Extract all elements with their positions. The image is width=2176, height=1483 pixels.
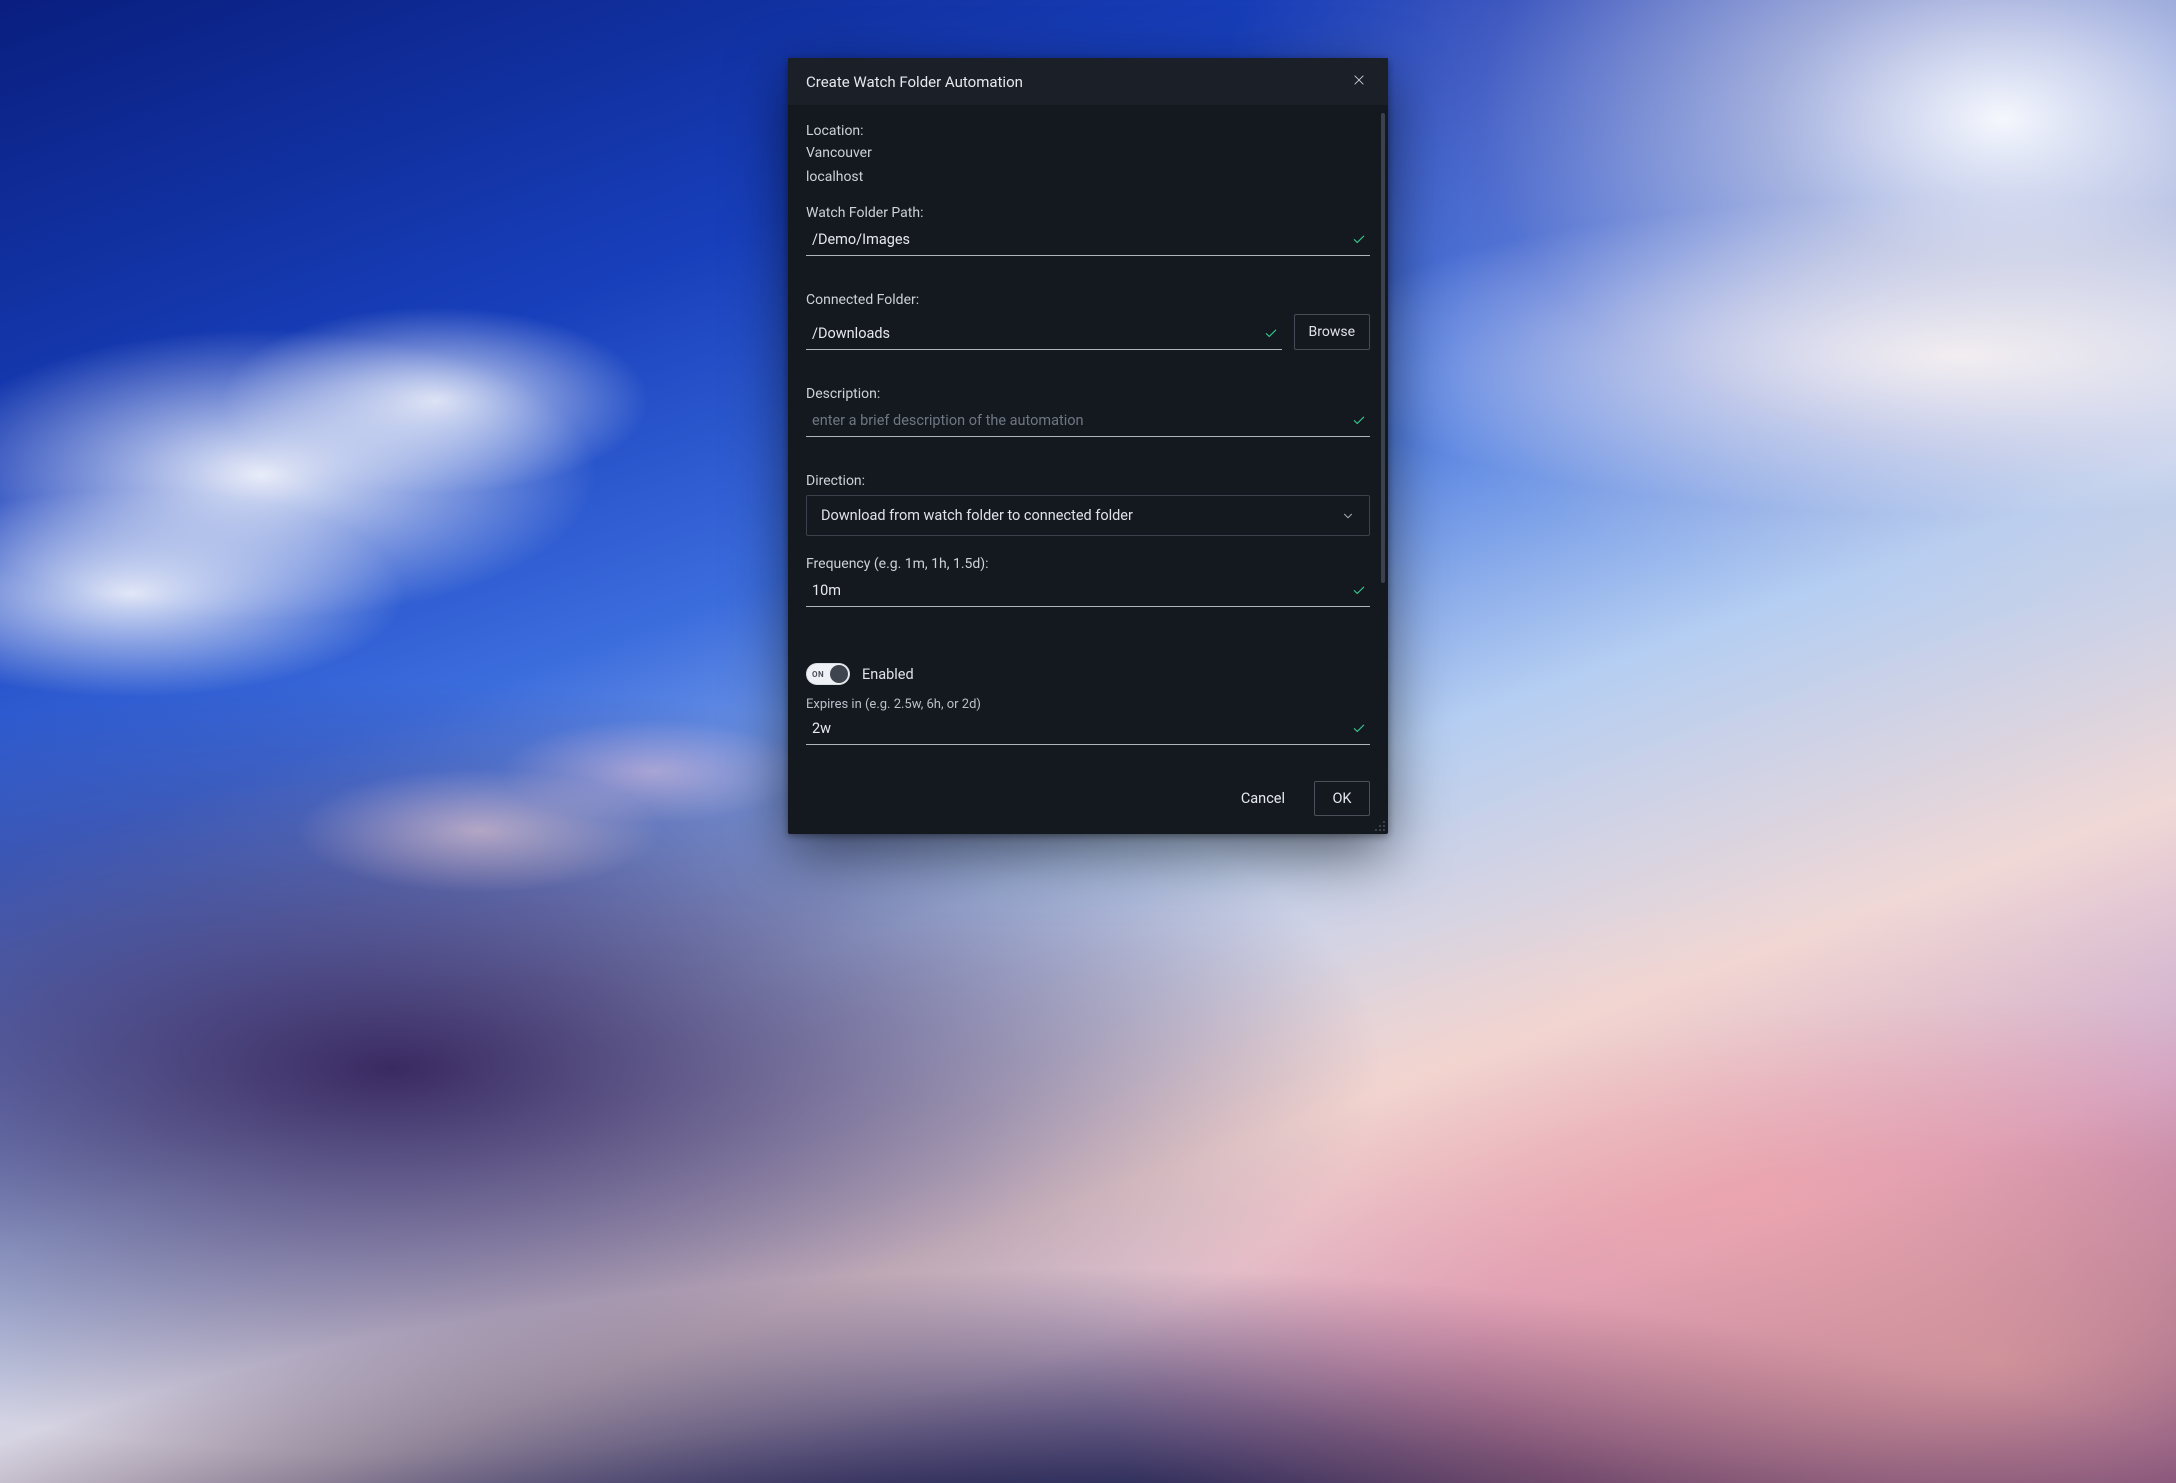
description-input[interactable] bbox=[812, 412, 1346, 429]
toggle-on-text: ON bbox=[812, 670, 824, 679]
enabled-label: Enabled bbox=[862, 666, 914, 683]
frequency-label: Frequency (e.g. 1m, 1h, 1.5d): bbox=[806, 556, 1370, 572]
watch-folder-path-input[interactable] bbox=[812, 231, 1346, 248]
toggle-knob bbox=[830, 665, 848, 683]
connected-folder-row: Browse bbox=[806, 314, 1370, 368]
check-icon bbox=[1352, 584, 1366, 598]
dialog-body: Location: Vancouver localhost Watch Fold… bbox=[788, 105, 1388, 763]
description-field[interactable] bbox=[806, 408, 1370, 437]
resize-grip-icon[interactable] bbox=[1372, 818, 1386, 832]
expires-input[interactable] bbox=[812, 720, 1346, 737]
expires-field[interactable] bbox=[806, 716, 1370, 745]
enabled-toggle[interactable]: ON bbox=[806, 663, 850, 685]
browse-button[interactable]: Browse bbox=[1294, 314, 1370, 350]
check-icon bbox=[1352, 722, 1366, 736]
check-icon bbox=[1352, 414, 1366, 428]
location-value-1: Vancouver bbox=[806, 145, 1370, 161]
close-button[interactable] bbox=[1348, 71, 1370, 93]
direction-label: Direction: bbox=[806, 473, 1370, 489]
cancel-button[interactable]: Cancel bbox=[1224, 781, 1302, 816]
dialog-header: Create Watch Folder Automation bbox=[788, 58, 1388, 105]
description-label: Description: bbox=[806, 386, 1370, 402]
check-icon bbox=[1352, 233, 1366, 247]
connected-folder-label: Connected Folder: bbox=[806, 292, 1370, 308]
chevron-down-icon bbox=[1341, 509, 1355, 523]
connected-folder-field[interactable] bbox=[806, 321, 1282, 350]
expires-label: Expires in (e.g. 2.5w, 6h, or 2d) bbox=[806, 697, 1370, 712]
dialog-title: Create Watch Folder Automation bbox=[806, 73, 1023, 91]
frequency-input[interactable] bbox=[812, 582, 1346, 599]
scrollbar-thumb[interactable] bbox=[1381, 113, 1385, 583]
connected-folder-input[interactable] bbox=[812, 325, 1258, 342]
direction-select[interactable]: Download from watch folder to connected … bbox=[806, 495, 1370, 536]
enabled-row: ON Enabled bbox=[806, 663, 1370, 685]
direction-select-value: Download from watch folder to connected … bbox=[821, 507, 1133, 524]
location-label: Location: bbox=[806, 123, 1370, 139]
watch-folder-path-field[interactable] bbox=[806, 227, 1370, 256]
check-icon bbox=[1264, 327, 1278, 341]
dialog-footer: Cancel OK bbox=[788, 763, 1388, 834]
frequency-field[interactable] bbox=[806, 578, 1370, 607]
close-icon bbox=[1352, 73, 1366, 91]
create-watch-folder-dialog: Create Watch Folder Automation Location:… bbox=[788, 58, 1388, 834]
ok-button[interactable]: OK bbox=[1314, 781, 1370, 816]
location-value-2: localhost bbox=[806, 169, 1370, 185]
watch-folder-path-label: Watch Folder Path: bbox=[806, 205, 1370, 221]
